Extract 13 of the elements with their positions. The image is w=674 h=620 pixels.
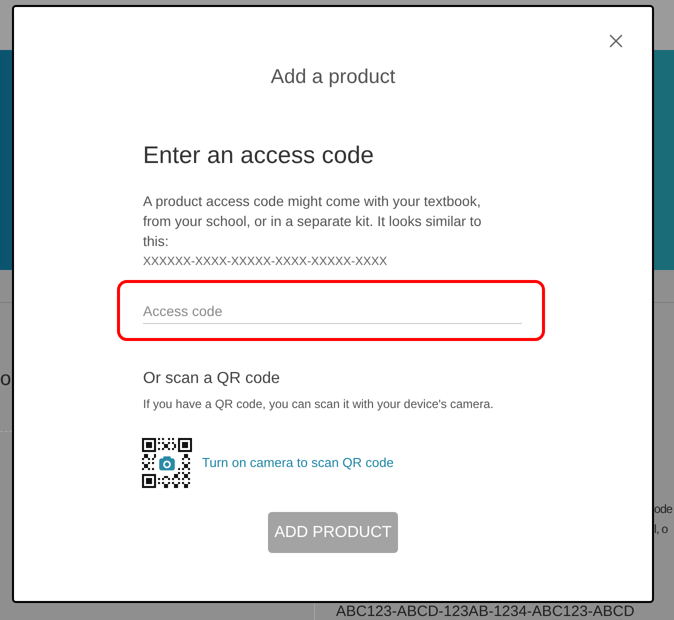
qr-code-camera-icon: [142, 438, 192, 488]
description-text: A product access code might come with your textbook, from your school, or in a separate kit. It looks similar to this:: [143, 192, 482, 251]
page-text-fragment: ode: [654, 501, 672, 518]
access-code-field[interactable]: Access code: [143, 298, 522, 324]
dialog-title: Add a product: [270, 65, 396, 90]
access-code-sample: ABC123-ABCD-123AB-1234-ABC123-ABCD: [336, 603, 634, 620]
page-text-fragment: o: [0, 367, 12, 391]
qr-description-text: If you have a QR code, you can scan it with your device's camera.: [143, 396, 494, 412]
section-heading: Enter an access code: [143, 141, 374, 171]
section-heading: Or scan a QR code: [143, 369, 280, 389]
camera-link[interactable]: Turn on camera to scan QR code: [202, 454, 394, 472]
page-text-fragment: l, o: [654, 521, 668, 538]
code-format-example: XXXXXX-XXXX-XXXXX-XXXX-XXXXX-XXXX: [143, 253, 388, 270]
